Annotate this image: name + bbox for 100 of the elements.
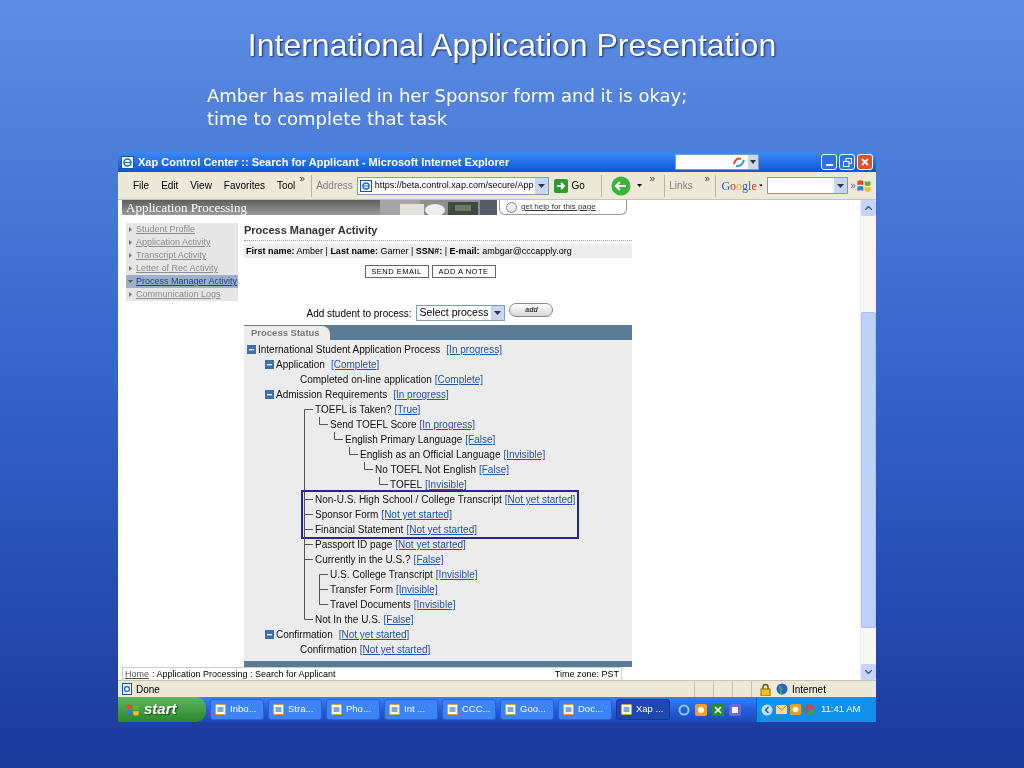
triangle-icon	[128, 266, 133, 271]
document-icon	[505, 704, 516, 715]
triangle-icon	[128, 240, 133, 245]
document-icon	[447, 704, 458, 715]
triangle-icon	[128, 253, 133, 258]
collapse-icon[interactable]	[247, 345, 256, 354]
status-link[interactable]: [False]	[383, 612, 414, 627]
status-link[interactable]: [Not yet started]	[504, 492, 576, 507]
toolbar-search-field[interactable]	[675, 154, 759, 170]
menu-item[interactable]: Edit	[161, 178, 179, 193]
taskbar-button[interactable]: Int ...	[384, 699, 438, 720]
google-logo[interactable]: Google	[721, 176, 757, 195]
collapse-icon[interactable]	[265, 630, 274, 639]
double-chevron-icon[interactable]	[300, 176, 306, 182]
app-icon[interactable]	[790, 704, 801, 715]
scroll-thumb[interactable]	[861, 312, 876, 628]
status-link[interactable]: [In progress]	[446, 342, 502, 357]
back-button[interactable]	[611, 175, 643, 196]
status-link[interactable]: [True]	[394, 402, 421, 417]
double-chevron-icon[interactable]	[650, 176, 656, 182]
tree-item-label: No TOEFL Not English	[375, 463, 476, 477]
status-link[interactable]: [Not yet started]	[338, 627, 410, 642]
scroll-up-button[interactable]	[861, 200, 876, 216]
status-link[interactable]: [Not yet started]	[395, 537, 466, 552]
status-link[interactable]: [Invisible]	[435, 567, 478, 582]
collapse-icon[interactable]	[265, 360, 274, 369]
address-field[interactable]: https://beta.control.xap.com/secure/App	[356, 176, 550, 195]
tree-item-label: Transfer Form	[330, 583, 393, 597]
taskbar-button[interactable]: Doc...	[558, 699, 612, 720]
double-chevron-icon[interactable]	[704, 176, 710, 182]
minimize-button[interactable]	[821, 154, 837, 170]
taskbar-button[interactable]: Pho...	[326, 699, 380, 720]
status-link[interactable]: [In progress]	[393, 387, 449, 402]
status-link[interactable]: [Invisible]	[425, 477, 467, 492]
go-button[interactable]: Go	[552, 178, 587, 193]
sidebar-item[interactable]: Process Manager Activity	[126, 275, 238, 288]
google-search-field[interactable]	[767, 177, 848, 194]
home-link[interactable]: Home	[125, 669, 149, 679]
status-link[interactable]: [Invisible]	[413, 597, 456, 612]
process-select[interactable]: Select process	[415, 305, 506, 321]
status-link[interactable]: [False]	[413, 552, 444, 567]
close-button[interactable]	[857, 154, 873, 170]
swirl-icon	[732, 156, 746, 168]
app-icon[interactable]	[695, 703, 707, 716]
status-link[interactable]: [Not yet started]	[381, 507, 452, 522]
links-label[interactable]: Links	[669, 178, 693, 193]
double-chevron-icon[interactable]	[850, 182, 856, 189]
collapse-icon[interactable]	[265, 390, 274, 399]
dropdown-button[interactable]	[833, 178, 847, 193]
envelope-icon[interactable]	[776, 705, 787, 714]
status-link[interactable]: [Invisible]	[395, 582, 438, 597]
restore-button[interactable]	[839, 154, 855, 170]
dropdown-button[interactable]	[535, 177, 549, 194]
menu-item[interactable]: Favorites	[223, 178, 265, 193]
tree-connector	[363, 462, 373, 470]
taskbar-button[interactable]: Xap ...	[616, 699, 670, 720]
browser-icon[interactable]	[678, 703, 690, 716]
status-link[interactable]: [False]	[479, 462, 509, 477]
help-link[interactable]: get help for this page	[521, 201, 596, 213]
close-icon	[861, 158, 869, 166]
taskbar-button[interactable]: Goo...	[500, 699, 554, 720]
caret-icon	[750, 160, 756, 164]
tree-item-label: Passport ID page	[315, 538, 393, 552]
taskbar-button[interactable]: Stra...	[268, 699, 322, 720]
windows-flag-icon	[125, 702, 140, 717]
tree-item-label: Confirmation	[300, 643, 357, 657]
chevron-left-icon[interactable]	[761, 703, 773, 716]
status-link[interactable]: [Not yet started]	[359, 642, 431, 657]
tree-connector	[303, 522, 313, 537]
tree-item-label: Travel Documents	[330, 598, 411, 612]
scroll-down-button[interactable]	[861, 664, 876, 680]
tree-item-label: Confirmation	[276, 628, 333, 642]
tree-item-label: Sponsor Form	[315, 508, 379, 522]
status-link[interactable]: [Invisible]	[503, 447, 546, 462]
panel-tab[interactable]: Process Status	[244, 326, 330, 340]
taskbar-button[interactable]: CCC...	[442, 699, 496, 720]
add-student-label: Add student to process:	[306, 306, 412, 321]
dropdown-button[interactable]	[748, 155, 758, 169]
status-link[interactable]: [Complete]	[434, 372, 484, 387]
status-link[interactable]: [Not yet started]	[406, 522, 477, 537]
tree-item-label: TOEFL is Taken?	[315, 403, 392, 417]
status-link[interactable]: [In progress]	[419, 417, 476, 432]
document-icon	[621, 704, 632, 715]
caret-icon	[494, 311, 502, 315]
spreadsheet-icon[interactable]	[712, 703, 724, 716]
menu-item[interactable]: Tool	[277, 178, 296, 193]
caret-up-icon	[865, 206, 872, 210]
menu-item[interactable]: View	[190, 178, 212, 193]
status-link[interactable]: [False]	[465, 432, 496, 447]
tree-connector	[303, 492, 313, 507]
taskbar-button[interactable]: Inbo...	[210, 699, 264, 720]
scrollbar[interactable]	[860, 200, 876, 680]
app-icon[interactable]	[729, 703, 741, 716]
tree-item-label: Admission Requirements	[276, 388, 388, 402]
caret-icon	[758, 184, 763, 187]
tree-item-label: Currently in the U.S.?	[315, 553, 411, 567]
menu-item[interactable]: File	[133, 178, 150, 193]
status-link[interactable]: [Complete]	[330, 357, 380, 372]
tree-item-label: U.S. College Transcript	[330, 568, 433, 582]
section-heading: Process Manager Activity	[244, 223, 632, 241]
